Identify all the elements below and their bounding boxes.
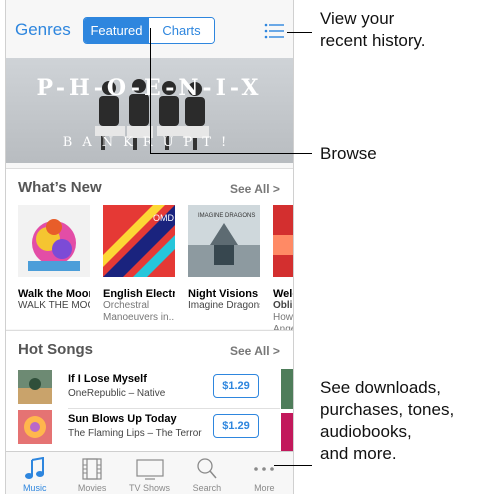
film-icon [82, 458, 102, 480]
album-title: English Electric [103, 288, 175, 300]
tab-label: TV Shows [129, 483, 171, 493]
genres-button[interactable]: Genres [15, 20, 71, 40]
song-title: Sun Blows Up Today [68, 413, 177, 425]
tab-more[interactable]: More [236, 452, 293, 494]
song-row[interactable]: Sun Blows Up Today The Flaming Lips – Th… [18, 410, 280, 444]
callout-browse: Browse [320, 144, 377, 163]
hot-songs-section: Hot Songs See All > If I Lose Myself One… [6, 330, 293, 455]
album-title: Night Visions [188, 288, 259, 300]
tab-label: Search [192, 483, 222, 493]
callout-history: View your recent history. [320, 8, 426, 52]
album-artist: WALK THE MOON [18, 300, 90, 311]
tab-music[interactable]: Music [6, 452, 63, 494]
row-divider [68, 408, 280, 409]
album-item[interactable]: Welc Obli How Ange [273, 205, 293, 336]
album-item[interactable]: Walk the Moon WALK THE MOON [18, 205, 90, 312]
segment-charts[interactable]: Charts [149, 18, 214, 43]
album-item[interactable]: OMD English Electric Orchestral Manoeuve… [103, 205, 175, 324]
svg-text:OMD: OMD [153, 213, 174, 223]
callout-downloads: See downloads, purchases, tones, audiobo… [320, 377, 454, 465]
tab-label: Music [22, 483, 47, 493]
song-artwork-peek [281, 369, 293, 453]
whats-new-see-all[interactable]: See All > [230, 182, 280, 196]
callout-line-history [287, 32, 312, 33]
hot-songs-title: Hot Songs [18, 341, 93, 358]
featured-charts-segmented-control: Featured Charts [83, 17, 215, 44]
tv-icon [135, 459, 164, 480]
search-icon [197, 458, 217, 479]
album-artist: Obli [273, 300, 293, 311]
album-item[interactable]: IMAGINE DRAGONS Night Visions Imagine Dr… [188, 205, 260, 312]
price-button[interactable]: $1.29 [213, 414, 259, 438]
tab-label: Movies [77, 483, 107, 493]
tab-bar: Music Movies TV Shows Search More [6, 451, 293, 494]
album-title: Welc [273, 288, 293, 300]
song-artist: The Flaming Lips – The Terror [68, 428, 202, 439]
song-artwork [18, 410, 52, 444]
callout-history-line2: recent history. [320, 31, 426, 50]
callout-line-browse-vertical [150, 28, 151, 154]
album-cover [273, 205, 293, 277]
callout-downloads-line2: purchases, tones, [320, 400, 455, 419]
hot-songs-see-all[interactable]: See All > [230, 344, 280, 358]
more-icon [254, 467, 275, 471]
album-cover: IMAGINE DRAGONS [188, 205, 260, 277]
whats-new-title: What’s New [18, 179, 102, 196]
callout-downloads-line1: See downloads, [320, 378, 441, 397]
price-button[interactable]: $1.29 [213, 374, 259, 398]
album-artist: Imagine Dragons [188, 300, 260, 311]
song-artist: OneRepublic – Native [68, 388, 166, 399]
tab-movies[interactable]: Movies [63, 452, 120, 494]
whats-new-section: What’s New See All > Walk the Moon WALK … [6, 168, 293, 335]
callout-downloads-line3: audiobooks, [320, 422, 412, 441]
song-artwork [18, 370, 52, 404]
tab-search[interactable]: Search [178, 452, 235, 494]
song-row[interactable]: If I Lose Myself OneRepublic – Native $1… [18, 370, 280, 409]
history-list-icon[interactable] [264, 23, 284, 39]
song-title: If I Lose Myself [68, 373, 147, 385]
music-note-icon [24, 457, 44, 479]
svg-text:IMAGINE DRAGONS: IMAGINE DRAGONS [198, 213, 255, 219]
album-cover [18, 205, 90, 277]
callout-line-more [274, 465, 312, 466]
tab-label: More [254, 483, 275, 493]
callout-history-line1: View your [320, 9, 395, 28]
album-title: Walk the Moon [18, 288, 90, 300]
callout-downloads-line4: and more. [320, 444, 397, 463]
tab-tv-shows[interactable]: TV Shows [121, 452, 178, 494]
album-artist-line2: Manoeuvers in... [103, 312, 175, 323]
album-cover: OMD [103, 205, 175, 277]
album-artist-line2: How [273, 312, 293, 323]
album-artist: Orchestral [103, 300, 150, 311]
callout-line-browse [150, 153, 312, 154]
segment-featured[interactable]: Featured [84, 18, 149, 43]
